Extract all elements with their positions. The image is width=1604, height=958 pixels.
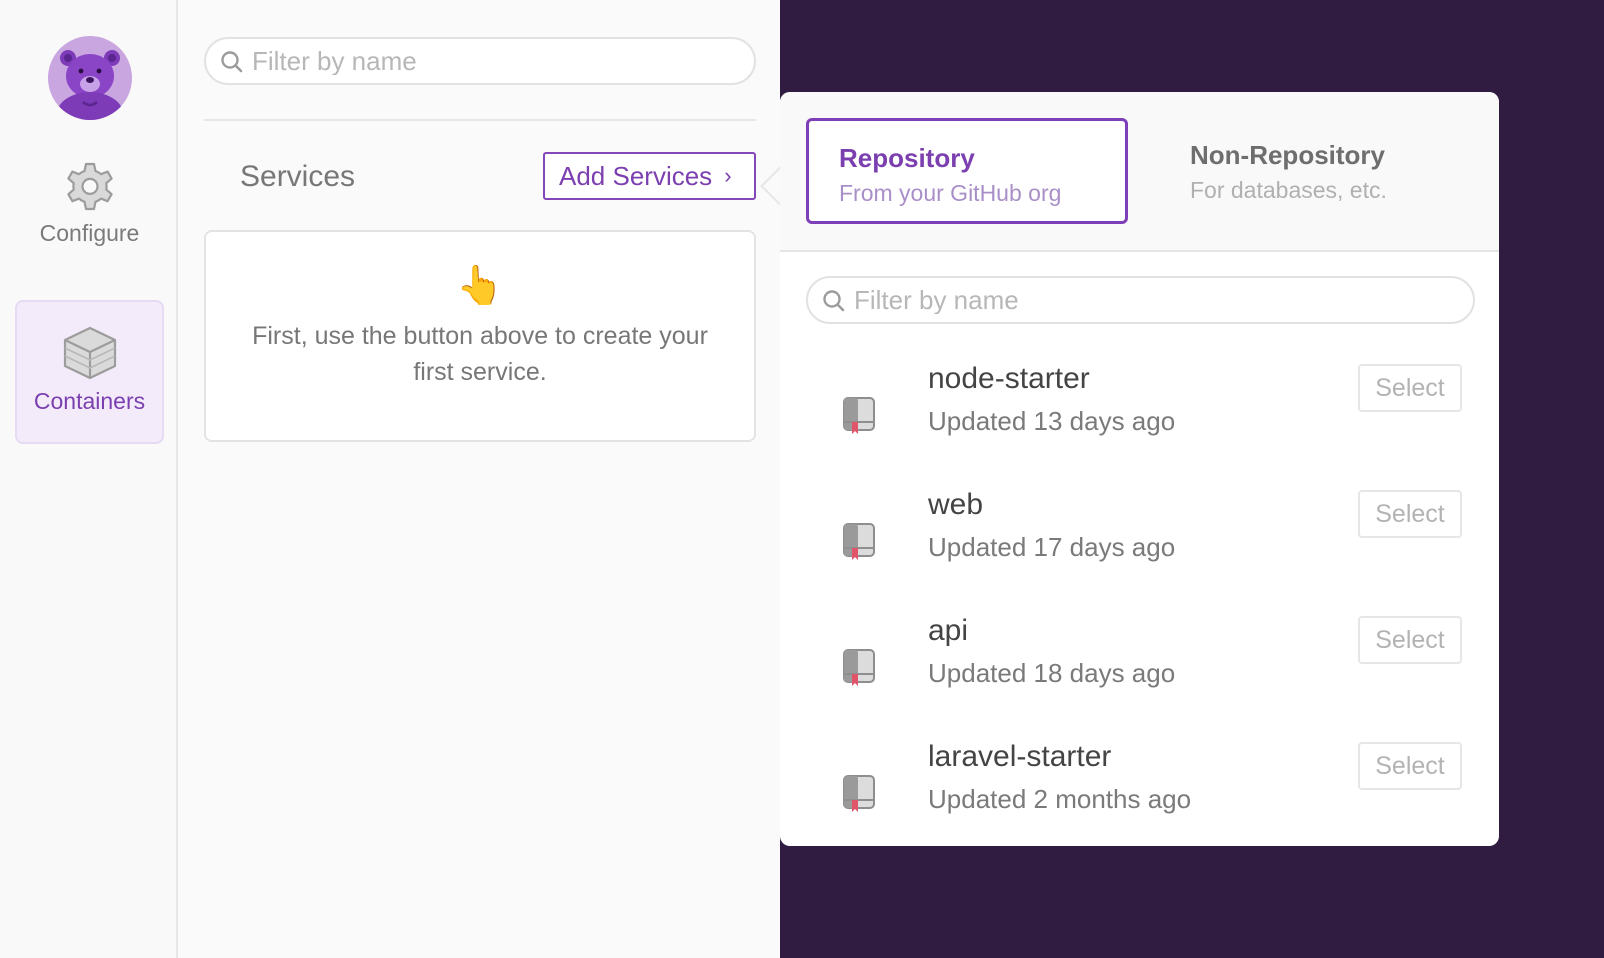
repo-updated: Updated 13 days ago — [928, 406, 1176, 436]
select-button[interactable]: Select — [1358, 616, 1462, 664]
search-input[interactable] — [252, 47, 738, 75]
repo-name: api — [928, 614, 969, 647]
repo-updated: Updated 17 days ago — [928, 532, 1176, 562]
empty-state-text: First, use the button above to create yo… — [252, 322, 708, 386]
box-icon — [63, 326, 116, 380]
services-title: Services — [240, 160, 356, 193]
add-services-button[interactable]: Add Services › — [543, 152, 756, 200]
sidebar-item-label: Containers — [33, 388, 146, 414]
tab-non-repository[interactable]: Non-Repository For databases, etc. — [1160, 118, 1480, 224]
sidebar: Configure Containers — [0, 0, 178, 958]
repo-updated: Updated 18 days ago — [928, 658, 1176, 688]
pointing-up-icon: 👆 — [456, 265, 504, 307]
gear-icon — [66, 162, 113, 211]
chevron-right-icon: › — [724, 163, 732, 188]
repo-book-icon — [843, 649, 875, 686]
bear-avatar[interactable] — [48, 36, 132, 120]
repo-updated: Updated 2 months ago — [928, 784, 1192, 814]
repo-book-icon — [843, 523, 875, 560]
list-item: web Updated 17 days ago Select — [806, 478, 1475, 604]
repo-name: web — [928, 488, 984, 521]
sidebar-item-configure[interactable]: Configure — [15, 158, 164, 268]
search-icon — [221, 51, 243, 73]
repo-name: laravel-starter — [928, 740, 1112, 773]
repo-list: node-starter Updated 13 days ago Select … — [806, 352, 1475, 856]
add-services-label: Add Services — [559, 160, 713, 191]
list-item: api Updated 18 days ago Select — [806, 604, 1475, 730]
repo-search[interactable] — [806, 276, 1475, 324]
tab-subtitle: For databases, etc. — [1190, 177, 1387, 203]
tab-title: Non-Repository — [1190, 140, 1385, 170]
services-panel: Services Add Services › 👆 First, use the… — [178, 0, 780, 958]
search-icon — [823, 290, 845, 312]
empty-state-card: 👆 First, use the button above to create … — [204, 230, 756, 442]
select-button[interactable]: Select — [1358, 364, 1462, 412]
tab-subtitle: From your GitHub org — [839, 180, 1062, 206]
list-item: laravel-starter Updated 2 months ago Sel… — [806, 730, 1475, 856]
list-item: node-starter Updated 13 days ago Select — [806, 352, 1475, 478]
add-service-popover: Repository From your GitHub org Non-Repo… — [760, 92, 1499, 846]
tab-title: Repository — [839, 143, 975, 173]
select-button[interactable]: Select — [1358, 742, 1462, 790]
sidebar-item-containers[interactable]: Containers — [15, 300, 164, 444]
divider — [204, 119, 756, 121]
repo-name: node-starter — [928, 362, 1090, 395]
repo-book-icon — [843, 775, 875, 812]
services-search[interactable] — [204, 37, 756, 85]
search-input[interactable] — [854, 286, 1457, 314]
select-button[interactable]: Select — [1358, 490, 1462, 538]
tab-repository[interactable]: Repository From your GitHub org — [806, 118, 1128, 224]
sidebar-item-label: Configure — [39, 220, 140, 246]
repo-book-icon — [843, 397, 875, 434]
popover-header: Repository From your GitHub org Non-Repo… — [780, 92, 1499, 252]
